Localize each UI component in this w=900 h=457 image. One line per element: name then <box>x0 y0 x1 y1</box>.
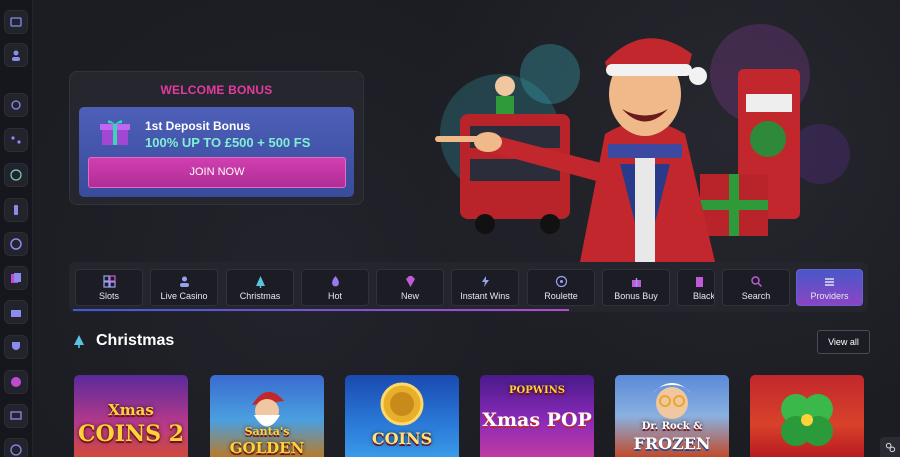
game-tile[interactable]: Dr. Rock & FROZEN <box>615 375 729 457</box>
bonus-amount: 100% UP TO £500 + 500 FS <box>145 135 311 150</box>
pound-icon[interactable] <box>4 163 28 187</box>
tab-label: Search <box>741 290 771 301</box>
tab-hot[interactable]: Hot <box>301 269 369 306</box>
dealer-icon <box>179 276 189 287</box>
game-tile[interactable] <box>750 375 864 457</box>
view-all-button[interactable]: View all <box>817 330 870 354</box>
join-now-button[interactable]: JOIN NOW <box>88 157 346 188</box>
trophy-icon[interactable] <box>4 335 28 359</box>
tab-search[interactable]: Search <box>722 269 790 306</box>
tab-blackjack[interactable]: Black <box>677 269 715 306</box>
search-icon <box>750 275 762 287</box>
diamond-icon <box>405 275 415 287</box>
link-icon <box>885 442 895 452</box>
hero-santa-illustration <box>435 24 850 262</box>
category-bar: Slots Live Casino Christmas Hot New Inst… <box>69 262 868 312</box>
tree-icon <box>255 275 265 288</box>
tab-label: Christmas <box>239 290 281 301</box>
help-icon[interactable] <box>4 438 28 457</box>
wheel-icon[interactable] <box>4 370 28 394</box>
percent-icon[interactable] <box>4 128 28 152</box>
user-icon[interactable] <box>4 43 28 67</box>
tab-label: Instant Wins <box>460 290 510 301</box>
gift-icon <box>100 120 130 145</box>
game-title-top: Xmas <box>108 401 154 419</box>
cards-icon[interactable] <box>4 266 28 290</box>
tab-label: Black <box>693 290 715 301</box>
tab-new[interactable]: New <box>376 269 444 306</box>
grid-icon <box>102 274 116 288</box>
corner-widget-button[interactable] <box>880 437 900 457</box>
tab-roulette[interactable]: Roulette <box>527 269 595 306</box>
left-sidebar <box>0 0 33 457</box>
game-title-main: Xmas POP <box>482 409 592 431</box>
roulette-icon[interactable] <box>4 232 28 256</box>
gift-icon[interactable] <box>4 300 28 324</box>
providers-icon <box>825 277 834 286</box>
tab-label: Providers <box>810 290 849 301</box>
section-title: Christmas <box>96 332 175 349</box>
tab-live-casino[interactable]: Live Casino <box>150 269 218 306</box>
tab-label: New <box>400 290 419 301</box>
tab-providers[interactable]: Providers <box>796 269 863 306</box>
bonus-headline: 1st Deposit Bonus <box>145 119 251 133</box>
clover-icon <box>781 394 833 446</box>
game-title-main: GOLDEN <box>229 439 305 457</box>
dealer-icon[interactable] <box>4 198 28 222</box>
tab-label: Roulette <box>544 290 578 301</box>
game-tile[interactable]: Santa's GOLDEN <box>210 375 324 457</box>
coin-icon <box>380 382 424 426</box>
tab-label: Live Casino <box>160 290 208 301</box>
welcome-bonus-title: WELCOME BONUS <box>160 83 273 97</box>
game-title-main: FROZEN <box>633 434 711 453</box>
tab-label: Bonus Buy <box>614 290 658 301</box>
category-scroll-indicator <box>73 309 569 311</box>
tab-label: Slots <box>98 290 119 301</box>
tree-icon <box>74 335 84 348</box>
game-tile[interactable]: COINS <box>345 375 459 457</box>
rock-character-icon <box>653 383 691 419</box>
game-tile[interactable]: POPWINS Xmas POP <box>480 375 594 457</box>
game-title-top: POPWINS <box>508 385 566 396</box>
chat-icon[interactable] <box>4 93 28 117</box>
tab-slots[interactable]: Slots <box>75 269 143 306</box>
tab-bonus-buy[interactable]: Bonus Buy <box>602 269 670 306</box>
flame-icon <box>331 275 339 286</box>
tab-instant-wins[interactable]: Instant Wins <box>451 269 519 306</box>
game-title-top: Dr. Rock & <box>641 421 703 432</box>
screen-icon[interactable] <box>4 404 28 428</box>
bonus-offer-box: 1st Deposit Bonus 100% UP TO £500 + 500 … <box>79 107 354 197</box>
tab-christmas[interactable]: Christmas <box>226 269 294 306</box>
game-title-top: Santa's <box>244 425 290 438</box>
game-tile[interactable]: Xmas COINS 2 <box>74 375 188 457</box>
bolt-icon <box>481 275 489 287</box>
game-title-main: COINS 2 <box>78 421 184 447</box>
game-title-main: COINS <box>371 429 433 448</box>
welcome-bonus-card: WELCOME BONUS 1st Deposit Bonus 100% UP … <box>69 71 364 205</box>
gift-icon <box>631 277 641 287</box>
cards-icon <box>696 276 703 287</box>
roulette-icon <box>555 275 567 287</box>
tab-label: Hot <box>327 290 342 301</box>
promo-icon[interactable] <box>4 10 28 34</box>
